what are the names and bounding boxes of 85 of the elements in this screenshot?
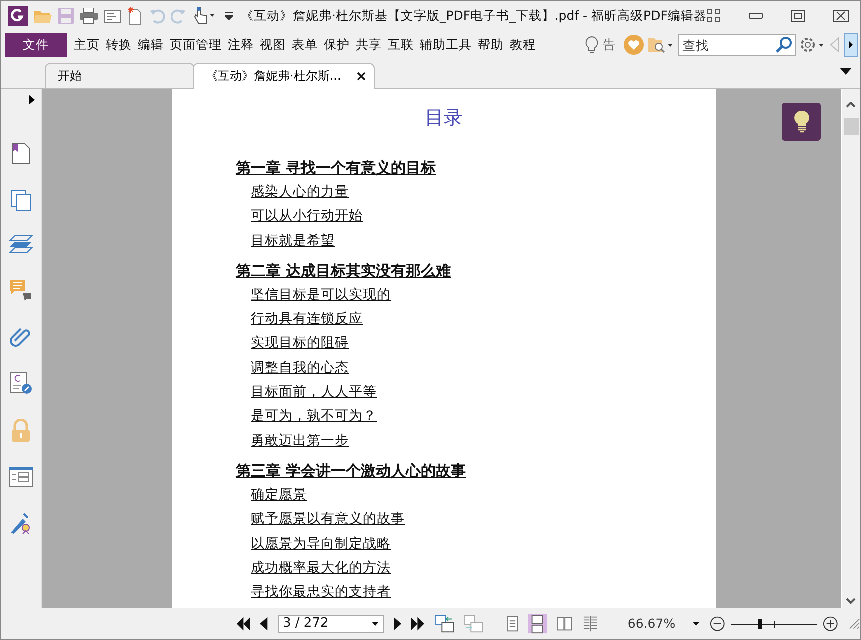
zoom-slider[interactable] <box>731 618 818 628</box>
fullscreen-icon[interactable] <box>706 9 721 23</box>
comments-icon[interactable] <box>9 279 33 301</box>
bookmark-icon[interactable] <box>10 143 32 165</box>
menu-tab[interactable]: 保护 <box>321 33 353 57</box>
scroll-down-icon[interactable] <box>846 598 856 604</box>
menu-tab[interactable]: 帮助 <box>475 33 507 57</box>
first-page-icon[interactable] <box>237 616 250 630</box>
facing-pages-icon[interactable] <box>557 616 573 630</box>
section-link[interactable]: 勇敢迈出第一步 <box>251 432 349 450</box>
zoom-level[interactable]: 66.67% <box>628 616 684 631</box>
continuous-facing-icon[interactable] <box>582 616 598 632</box>
scroll-thumb[interactable] <box>844 118 858 135</box>
lightbulb-icon <box>794 110 810 134</box>
chapter-link[interactable]: 第二章 达成目标其实没有那么难 <box>236 262 452 280</box>
menu-tab[interactable]: 辅助工具 <box>417 33 475 57</box>
menu-tab[interactable]: 主页 <box>71 33 103 57</box>
section-link[interactable]: 实现目标的阻碍 <box>251 334 349 352</box>
caret-down-icon[interactable] <box>693 622 700 626</box>
print-icon[interactable] <box>80 8 98 24</box>
chapter-link[interactable]: 第一章 寻找一个有意义的目标 <box>236 159 436 177</box>
maximize-icon[interactable] <box>790 10 805 22</box>
section-link[interactable]: 坚信目标是可以实现的 <box>251 286 391 304</box>
section-link[interactable]: 目标就是希望 <box>251 232 335 250</box>
page-number-field[interactable]: 3 / 272 <box>278 614 384 632</box>
layers-icon[interactable] <box>9 235 33 255</box>
next-page-icon[interactable] <box>394 616 402 630</box>
menu-tab[interactable]: 共享 <box>353 33 385 57</box>
section-link[interactable]: 行动具有连锁反应 <box>251 310 363 328</box>
menu-tab[interactable]: 视图 <box>257 33 289 57</box>
zoom-out-icon[interactable] <box>710 616 726 632</box>
pen-certificate-icon[interactable] <box>9 511 33 535</box>
search-field[interactable]: 查找 <box>678 34 796 56</box>
new-document-icon[interactable] <box>127 7 143 25</box>
slider-thumb[interactable] <box>758 618 762 628</box>
continuous-page-icon[interactable] <box>528 614 548 634</box>
expand-panel-icon[interactable] <box>29 95 35 105</box>
menu-tab[interactable]: 转换 <box>103 33 135 57</box>
menu-tab[interactable]: 文件 <box>5 33 67 57</box>
signed-document-icon[interactable] <box>9 371 33 395</box>
zoom-in-icon[interactable] <box>823 616 839 632</box>
section-link[interactable]: 以愿景为导向制定战略 <box>251 534 391 553</box>
resize-grip-icon[interactable] <box>848 618 860 630</box>
app-logo-icon[interactable] <box>8 6 28 26</box>
menu-tab[interactable]: 表单 <box>289 33 321 57</box>
pages-icon[interactable] <box>10 189 32 211</box>
close-icon[interactable] <box>832 10 849 22</box>
section-link[interactable]: 目标面前，人人平等 <box>251 383 377 402</box>
section-link[interactable]: 寻找你最忠实的支持者 <box>251 583 391 602</box>
section-link[interactable]: 可以从小行动开始 <box>251 207 363 226</box>
previous-view-icon[interactable] <box>434 614 454 632</box>
menu-tab[interactable]: 互联 <box>385 33 417 57</box>
triangle-right-icon[interactable] <box>844 33 858 57</box>
envelope-icon[interactable] <box>104 10 121 22</box>
section-link[interactable]: 成功概率最大化的方法 <box>251 558 391 577</box>
section-link[interactable]: 感染人心的力量 <box>251 183 349 201</box>
section-link[interactable]: 确定愿景 <box>251 486 307 504</box>
document-tab[interactable]: 《互动》詹妮弗·杜尔斯... <box>193 63 375 89</box>
section-link[interactable]: 调整自我的心态 <box>251 358 349 377</box>
search-icon[interactable] <box>775 36 793 54</box>
minimize-icon[interactable] <box>748 13 763 19</box>
menu-tab[interactable]: 页面管理 <box>167 33 225 57</box>
single-page-icon[interactable] <box>506 616 518 632</box>
previous-page-icon[interactable] <box>260 616 268 630</box>
menu-tab[interactable]: 注释 <box>225 33 257 57</box>
tell-me-label[interactable]: 告 <box>603 36 616 54</box>
last-page-icon[interactable] <box>411 616 425 630</box>
lightbulb-icon[interactable] <box>585 36 599 54</box>
toc-heading: 目录 <box>424 106 464 131</box>
folder-search-icon[interactable] <box>648 37 674 53</box>
customize-caret-icon[interactable] <box>225 12 233 20</box>
section-link[interactable]: 是可为，孰不可为？ <box>251 407 377 426</box>
document-tab[interactable]: 开始 <box>45 63 195 88</box>
close-icon[interactable] <box>357 72 366 81</box>
caret-down-icon[interactable] <box>840 68 852 75</box>
form-icon[interactable] <box>9 467 33 487</box>
menu-tab[interactable]: 编辑 <box>135 33 167 57</box>
scroll-up-icon[interactable] <box>846 102 856 108</box>
window-title: 《互动》詹妮弗·杜尔斯基【文字版_PDF电子书_下载】.pdf - 福昕高级PDF编辑器 <box>240 8 707 24</box>
chapter-link[interactable]: 第三章 学会讲一个激动人心的故事 <box>236 462 466 480</box>
tip-button[interactable] <box>782 103 821 141</box>
menu-tab[interactable]: 教程 <box>507 33 539 57</box>
caret-down-icon[interactable] <box>372 622 379 626</box>
settings-icon[interactable] <box>800 37 826 53</box>
section-link[interactable]: 赋予愿景以有意义的故事 <box>251 510 405 528</box>
